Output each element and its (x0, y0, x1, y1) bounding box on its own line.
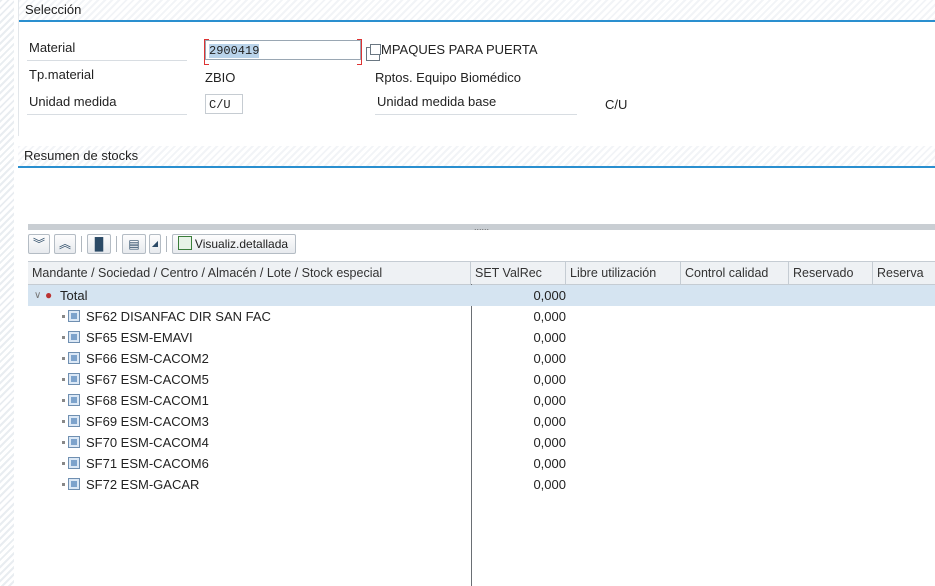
company-icon (68, 310, 80, 322)
tree-row[interactable]: SF69 ESM-CACOM3 0,000 (28, 411, 935, 432)
tree-bullet (62, 420, 65, 423)
material-input[interactable]: 2900419 (204, 39, 362, 65)
tree-row-label: SF70 ESM-CACOM4 (86, 435, 209, 450)
tree-bullet (62, 462, 65, 465)
company-icon (68, 457, 80, 469)
tree-row-label: SF65 ESM-EMAVI (86, 330, 193, 345)
tree-row-label: SF68 ESM-CACOM1 (86, 393, 209, 408)
tree-row[interactable]: SF72 ESM-GACAR 0,000 (28, 474, 935, 495)
unidad-medida-label: Unidad medida (27, 94, 187, 115)
stock-tree-grid: Mandante / Sociedad / Centro / Almacén /… (28, 261, 935, 586)
collapse-all-button[interactable]: ︽ (54, 234, 76, 254)
detail-view-icon (177, 236, 192, 250)
chevrons-up-icon: ︽ (58, 237, 71, 251)
col-header-hierarchy[interactable]: Mandante / Sociedad / Centro / Almacén /… (28, 262, 471, 284)
grid-toolbar: ︾ ︽ ▐▌ ▤ ◢ Visualiz.detallada (28, 231, 935, 259)
splitter-handle[interactable]: ...... (28, 223, 935, 232)
tree-row-label: SF67 ESM-CACOM5 (86, 372, 209, 387)
expand-all-button[interactable]: ︾ (28, 234, 50, 254)
toolbar-separator (166, 236, 167, 252)
col-header-reserva[interactable]: Reserva (873, 262, 935, 284)
company-icon (68, 394, 80, 406)
tree-bullet (62, 336, 65, 339)
dropdown-arrow-icon: ◢ (151, 239, 159, 248)
company-icon (68, 331, 80, 343)
summary-title: Resumen de stocks (18, 146, 935, 168)
tree-row[interactable]: SF62 DISANFAC DIR SAN FAC 0,000 (28, 306, 935, 327)
tree-bullet (62, 315, 65, 318)
tree-row-set-valrec: 0,000 (533, 288, 566, 303)
detailed-view-label: Visualiz.detallada (194, 237, 289, 251)
tree-row-label: SF72 ESM-GACAR (86, 477, 200, 492)
binoculars-icon: ▐▌ (90, 237, 108, 251)
summary-section: Resumen de stocks (18, 146, 935, 168)
left-border-strip (0, 0, 14, 586)
tree-row-label: SF69 ESM-CACOM3 (86, 414, 209, 429)
tree-bullet (62, 357, 65, 360)
company-icon (68, 373, 80, 385)
tree-row-set-valrec: 0,000 (533, 309, 566, 324)
print-button[interactable]: ▤ (122, 234, 146, 254)
tree-row[interactable]: SF68 ESM-CACOM1 0,000 (28, 390, 935, 411)
unidad-medida-base-label: Unidad medida base (375, 94, 577, 115)
tree-row-set-valrec: 0,000 (533, 393, 566, 408)
tree-row-set-valrec: 0,000 (533, 456, 566, 471)
col-header-reservado[interactable]: Reservado (789, 262, 873, 284)
tree-row-total[interactable]: ∨ ● Total 0,000 (28, 285, 935, 306)
material-description: MPAQUES PARA PUERTA (381, 42, 538, 57)
tp-material-value: ZBIO (205, 70, 236, 85)
tree-bullet (62, 441, 65, 444)
focus-bracket-right (357, 39, 362, 65)
tree-bullet (62, 378, 65, 381)
tree-row-set-valrec: 0,000 (533, 435, 566, 450)
col-header-libre-utilizacion[interactable]: Libre utilización (566, 262, 681, 284)
tp-material-label: Tp.material (29, 67, 95, 82)
total-node-icon: ● (45, 288, 53, 302)
tree-row-set-valrec: 0,000 (533, 372, 566, 387)
tree-bullet (62, 399, 65, 402)
selection-section: Selección Material 2900419 MPAQUES PARA … (18, 0, 935, 136)
focus-bracket-left (204, 39, 209, 65)
print-dropdown-button[interactable]: ◢ (149, 234, 161, 254)
material-label: Material (27, 40, 187, 61)
tree-row[interactable]: SF66 ESM-CACOM2 0,000 (28, 348, 935, 369)
material-value: 2900419 (209, 44, 260, 58)
tree-bullet (62, 483, 65, 486)
tree-row-set-valrec: 0,000 (533, 330, 566, 345)
toolbar-separator (81, 236, 82, 252)
company-icon (68, 352, 80, 364)
col-header-set-valrec[interactable]: SET ValRec (471, 262, 566, 284)
value-help-icon[interactable] (366, 44, 381, 61)
company-icon (68, 436, 80, 448)
company-icon (68, 415, 80, 427)
tree-row[interactable]: SF70 ESM-CACOM4 0,000 (28, 432, 935, 453)
tree-row[interactable]: SF71 ESM-CACOM6 0,000 (28, 453, 935, 474)
selection-title: Selección (19, 0, 935, 22)
chevrons-down-icon: ︾ (32, 237, 45, 251)
grid-header: Mandante / Sociedad / Centro / Almacén /… (28, 261, 935, 285)
collapse-chevron-icon[interactable]: ∨ (34, 285, 41, 306)
tp-material-description: Rptos. Equipo Biomédico (375, 70, 521, 85)
tree-row-set-valrec: 0,000 (533, 351, 566, 366)
unidad-medida-input[interactable]: C/U (205, 94, 243, 114)
tree-row-label: SF66 ESM-CACOM2 (86, 351, 209, 366)
tree-row-set-valrec: 0,000 (533, 477, 566, 492)
unidad-medida-base-value: C/U (605, 97, 628, 112)
find-button[interactable]: ▐▌ (87, 234, 111, 254)
detailed-view-button[interactable]: Visualiz.detallada (172, 234, 296, 254)
printer-icon: ▤ (128, 237, 140, 251)
toolbar-separator (116, 236, 117, 252)
tree-row-label: SF62 DISANFAC DIR SAN FAC (86, 309, 271, 324)
tree-row-set-valrec: 0,000 (533, 414, 566, 429)
tree-row[interactable]: SF67 ESM-CACOM5 0,000 (28, 369, 935, 390)
company-icon (68, 478, 80, 490)
tree-row[interactable]: SF65 ESM-EMAVI 0,000 (28, 327, 935, 348)
col-header-control-calidad[interactable]: Control calidad (681, 262, 789, 284)
tree-row-label: Total (60, 288, 88, 303)
tree-row-label: SF71 ESM-CACOM6 (86, 456, 209, 471)
